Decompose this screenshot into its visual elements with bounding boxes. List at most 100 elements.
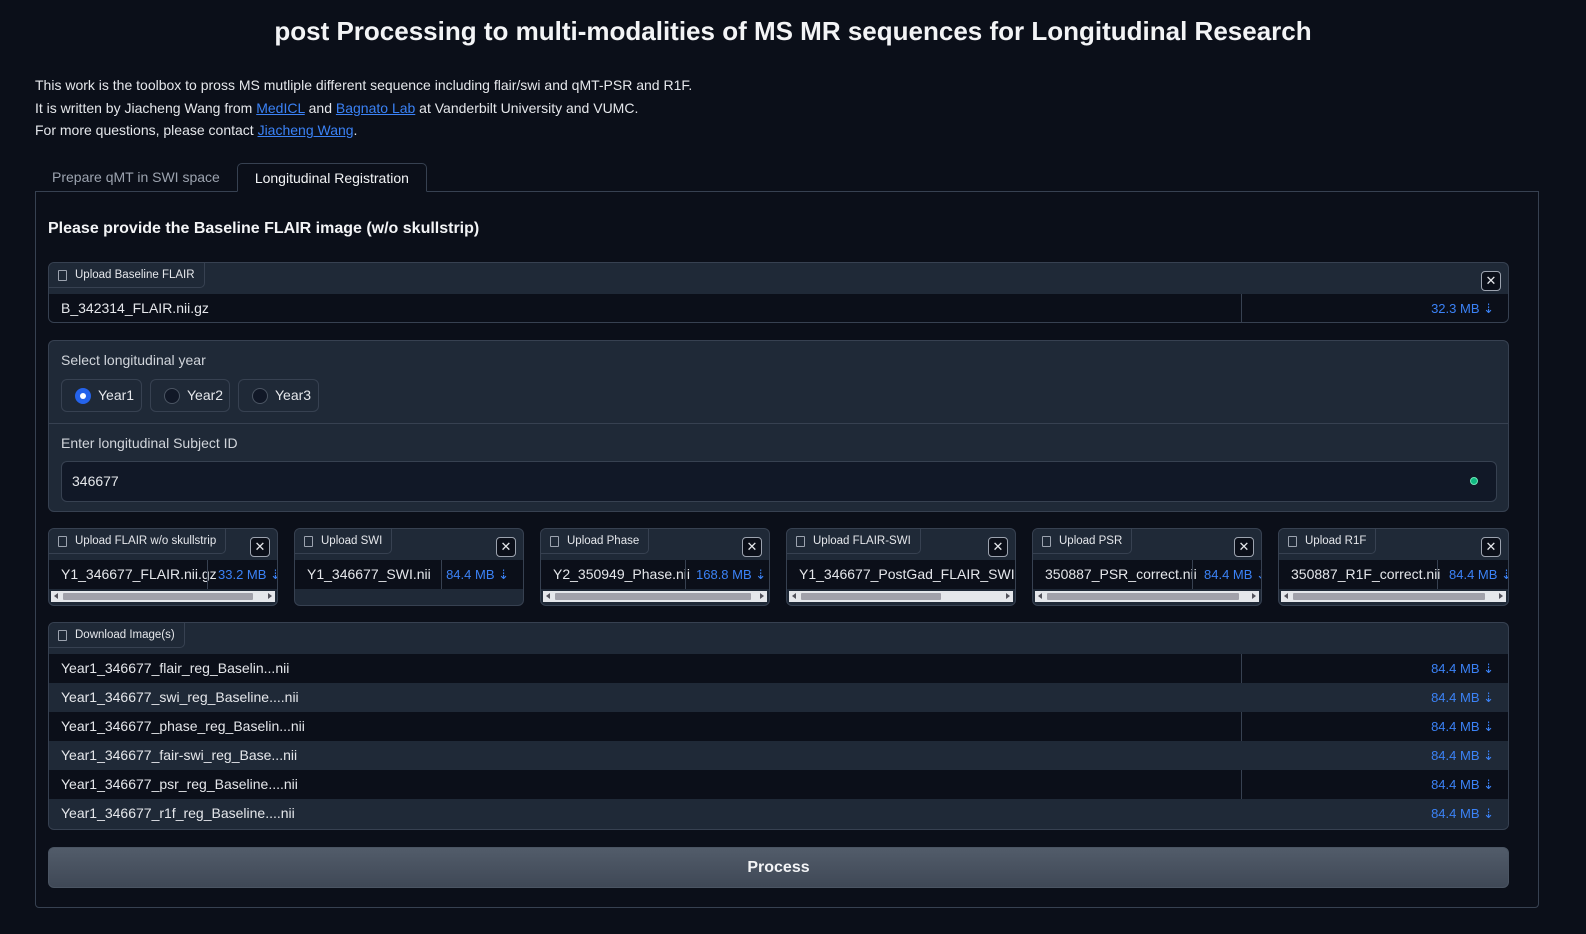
file-name: Y1_346677_SWI.nii <box>307 566 431 582</box>
upload-label: Upload PSR <box>1033 529 1133 554</box>
file-download-link[interactable]: 84.4 MB ⇣ <box>1431 654 1494 683</box>
file-download-link[interactable]: 84.4 MB ⇣ <box>1449 560 1508 589</box>
contact-link[interactable]: Jiacheng Wang <box>258 122 354 138</box>
upload-label-text: Upload FLAIR w/o skullstrip <box>75 535 217 547</box>
upload-flair-no-skullstrip[interactable]: Upload FLAIR w/o skullstrip ✕ Y1_346677_… <box>48 528 278 606</box>
subject-id-input[interactable]: 346677 <box>61 461 1497 502</box>
scroll-left-icon[interactable] <box>54 593 58 599</box>
file-download-link[interactable]: 32.3 MB ⇣ <box>1431 294 1494 322</box>
download-row: Year1_346677_r1f_reg_Baseline....nii 84.… <box>49 799 1508 828</box>
download-row: Year1_346677_phase_reg_Baselin...nii 84.… <box>49 712 1508 741</box>
file-row: B_342314_FLAIR.nii.gz 32.3 MB ⇣ <box>49 294 1508 322</box>
file-name: B_342314_FLAIR.nii.gz <box>61 300 209 316</box>
scroll-right-icon[interactable] <box>268 593 272 599</box>
year-label: Select longitudinal year <box>61 352 206 368</box>
column-divider <box>1192 560 1193 589</box>
horizontal-scrollbar[interactable] <box>543 591 767 602</box>
file-download-link[interactable]: 84.4 MB ⇣ <box>1431 799 1494 828</box>
scroll-right-icon[interactable] <box>1499 593 1503 599</box>
file-row: Y2_350949_Phase.nii 168.8 MB ⇣ <box>541 560 769 589</box>
bagnato-lab-link[interactable]: Bagnato Lab <box>336 100 415 116</box>
file-download-link[interactable]: 84.4 MB ⇣ <box>1431 712 1494 741</box>
file-row: 350887_R1F_correct.nii 84.4 MB ⇣ <box>1279 560 1508 589</box>
clear-baseline-button[interactable]: ✕ <box>1481 271 1501 291</box>
horizontal-scrollbar[interactable] <box>789 591 1013 602</box>
baseline-flair-upload[interactable]: Upload Baseline FLAIR ✕ B_342314_FLAIR.n… <box>48 262 1509 323</box>
subject-id-label: Enter longitudinal Subject ID <box>61 435 238 451</box>
file-name: Y1_346677_FLAIR.nii.gz <box>61 566 217 582</box>
column-divider <box>1437 560 1438 589</box>
upload-swi[interactable]: Upload SWI ✕ Y1_346677_SWI.nii 84.4 MB ⇣ <box>294 528 524 606</box>
scrollbar-thumb[interactable] <box>63 593 253 600</box>
clear-upload-button[interactable]: ✕ <box>250 537 270 557</box>
scrollbar-thumb[interactable] <box>555 593 751 600</box>
file-name: Year1_346677_flair_reg_Baselin...nii <box>61 660 290 676</box>
intro-text-span: at Vanderbilt University and VUMC. <box>415 99 639 116</box>
horizontal-scrollbar[interactable] <box>51 591 275 602</box>
radio-label: Year1 <box>98 387 135 403</box>
file-icon <box>550 536 559 547</box>
tab-prepare-qmt[interactable]: Prepare qMT in SWI space <box>35 163 237 192</box>
baseline-flair-label-text: Upload Baseline FLAIR <box>75 269 195 281</box>
file-name: Year1_346677_fair-swi_reg_Base...nii <box>61 747 298 763</box>
file-download-link[interactable]: 84.4 MB ⇣ <box>1431 770 1494 799</box>
scrollbar-thumb[interactable] <box>1047 593 1239 600</box>
file-download-link[interactable]: 33.2 MB ⇣ <box>218 560 277 589</box>
column-divider <box>441 560 442 589</box>
clear-upload-button[interactable]: ✕ <box>1481 537 1501 557</box>
file-icon <box>1042 536 1051 547</box>
scroll-left-icon[interactable] <box>546 593 550 599</box>
clear-upload-button[interactable]: ✕ <box>988 537 1008 557</box>
clear-upload-button[interactable]: ✕ <box>496 537 516 557</box>
file-name: 350887_PSR_correct.nii <box>1045 566 1197 582</box>
file-download-link[interactable]: 168.8 MB ⇣ <box>696 560 766 589</box>
radio-label: Year2 <box>187 387 224 403</box>
scroll-right-icon[interactable] <box>760 593 764 599</box>
horizontal-scrollbar[interactable] <box>1281 591 1506 602</box>
file-download-link[interactable]: 84.4 MB ⇣ <box>1431 683 1494 712</box>
intro-text-span: . <box>353 122 358 138</box>
file-name: Year1_346677_psr_reg_Baseline....nii <box>61 776 298 792</box>
intro-line-1: This work is the toolbox to pross MS mut… <box>35 77 693 93</box>
clear-upload-button[interactable]: ✕ <box>1234 537 1254 557</box>
horizontal-scrollbar[interactable] <box>1035 591 1259 602</box>
scrollbar-thumb[interactable] <box>1293 593 1485 600</box>
upload-label: Upload Phase <box>541 529 650 554</box>
file-download-link[interactable]: 84.4 MB ⇣ <box>446 560 509 589</box>
radio-year1[interactable]: Year1 <box>61 379 142 412</box>
radio-year2[interactable]: Year2 <box>150 379 230 412</box>
download-row: Year1_346677_flair_reg_Baselin...nii 84.… <box>49 654 1508 683</box>
scroll-left-icon[interactable] <box>1038 593 1042 599</box>
scroll-right-icon[interactable] <box>1006 593 1010 599</box>
scrollbar-thumb[interactable] <box>801 593 941 600</box>
upload-psr[interactable]: Upload PSR ✕ 350887_PSR_correct.nii 84.4… <box>1032 528 1262 606</box>
baseline-flair-label: Upload Baseline FLAIR <box>49 263 205 288</box>
upload-phase[interactable]: Upload Phase ✕ Y2_350949_Phase.nii 168.8… <box>540 528 770 606</box>
intro-text-span: It is written by Jiacheng Wang from <box>35 99 257 116</box>
file-icon <box>58 270 67 281</box>
scroll-left-icon[interactable] <box>792 593 796 599</box>
scroll-left-icon[interactable] <box>1284 593 1288 599</box>
radio-year3[interactable]: Year3 <box>238 379 319 412</box>
subject-id-value: 346677 <box>72 473 119 489</box>
file-row: Y1_346677_PostGad_FLAIR_SWI.ni...n <box>787 560 1015 589</box>
scroll-right-icon[interactable] <box>1252 593 1256 599</box>
divider <box>49 423 1508 424</box>
upload-label-text: Upload SWI <box>321 535 383 547</box>
file-name: Y1_346677_PostGad_FLAIR_SWI.ni...n <box>799 566 1015 582</box>
medicl-link[interactable]: MedICL <box>256 100 305 116</box>
file-download-link[interactable]: 84.4 MB ⇣ <box>1204 560 1261 589</box>
intro-text-span: For more questions, please contact <box>35 122 258 138</box>
file-name: Year1_346677_swi_reg_Baseline....nii <box>61 689 299 705</box>
upload-r1f[interactable]: Upload R1F ✕ 350887_R1F_correct.nii 84.4… <box>1278 528 1509 606</box>
download-images: Download Image(s) Year1_346677_flair_reg… <box>48 622 1509 830</box>
upload-flair-swi[interactable]: Upload FLAIR-SWI ✕ Y1_346677_PostGad_FLA… <box>786 528 1016 606</box>
upload-label-text: Upload R1F <box>1305 535 1367 547</box>
radio-empty-icon <box>164 388 180 404</box>
process-button[interactable]: Process <box>48 847 1509 888</box>
file-download-link[interactable]: 84.4 MB ⇣ <box>1431 741 1494 770</box>
tab-longitudinal-registration[interactable]: Longitudinal Registration <box>236 163 427 192</box>
clear-upload-button[interactable]: ✕ <box>742 537 762 557</box>
tab-bar: Prepare qMT in SWI space Longitudinal Re… <box>35 163 427 192</box>
upload-label-text: Upload FLAIR-SWI <box>813 535 911 547</box>
